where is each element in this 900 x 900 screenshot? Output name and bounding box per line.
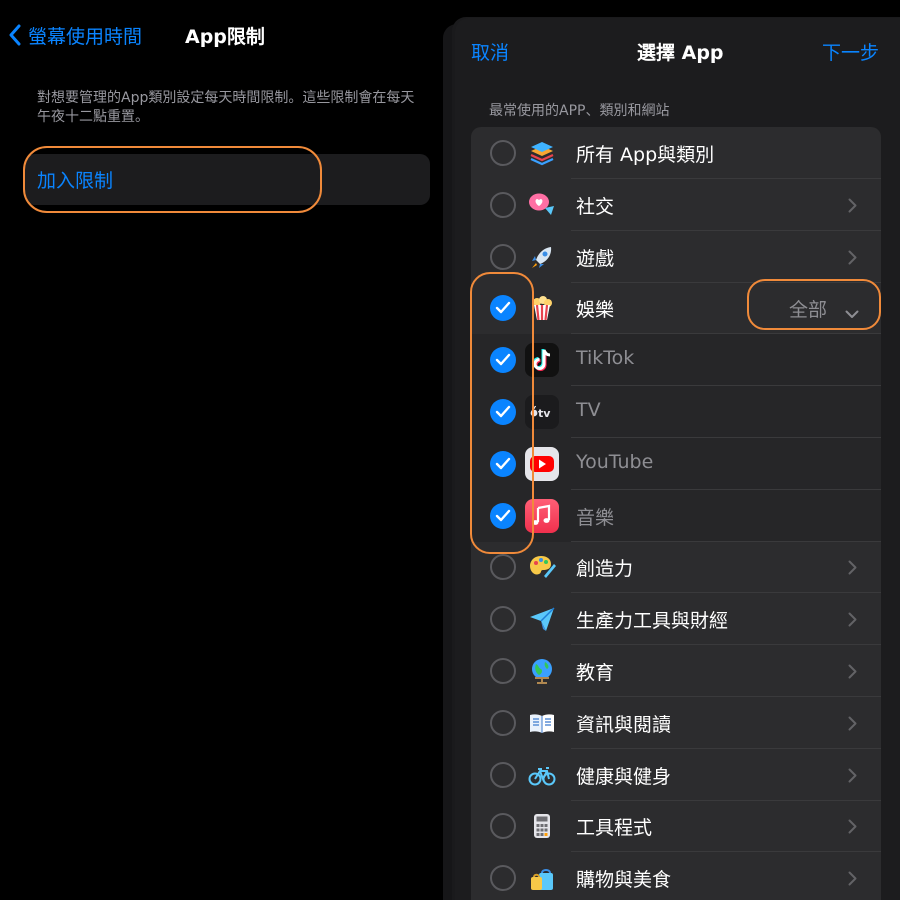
row-label: 工具程式: [576, 817, 653, 839]
svg-text:tv: tv: [538, 407, 551, 420]
paper-plane-icon: [527, 604, 557, 634]
bicycle-icon: [527, 760, 557, 790]
section-header: 最常使用的APP、類別和網站: [489, 103, 670, 119]
checkbox-unchecked[interactable]: [490, 554, 516, 580]
checkbox-unchecked[interactable]: [490, 244, 516, 270]
row-label: 遊戲: [576, 248, 615, 270]
nav-bar: 螢幕使用時間: [8, 18, 142, 52]
row-label: 音樂: [576, 507, 615, 529]
category-row[interactable]: 遊戲: [471, 231, 881, 283]
music-icon: [525, 499, 559, 533]
page-title: App限制: [185, 26, 265, 48]
category-row[interactable]: 健康與健身: [471, 749, 881, 801]
checkbox-unchecked[interactable]: [490, 192, 516, 218]
checkbox-unchecked[interactable]: [490, 140, 516, 166]
category-row[interactable]: 創造力: [471, 541, 881, 593]
checkbox-checked[interactable]: [490, 347, 516, 373]
chevron-down-icon[interactable]: [845, 304, 859, 323]
cancel-button[interactable]: 取消: [471, 38, 509, 65]
app-row[interactable]: YouTube: [471, 438, 881, 490]
row-label: 所有 App與類別: [576, 144, 715, 166]
category-row[interactable]: 生產力工具與財經: [471, 593, 881, 645]
chevron-right-icon[interactable]: [848, 198, 857, 217]
checkmark-icon: [495, 509, 511, 522]
chevron-right-icon[interactable]: [848, 871, 857, 890]
checkbox-unchecked[interactable]: [490, 606, 516, 632]
chevron-right-icon[interactable]: [848, 250, 857, 269]
row-label: 資訊與閱讀: [576, 714, 672, 736]
youtube-icon: [525, 447, 559, 481]
category-row[interactable]: 教育: [471, 645, 881, 697]
social-bubble-icon: [527, 190, 557, 220]
chevron-right-icon[interactable]: [848, 612, 857, 631]
checkbox-checked[interactable]: [490, 295, 516, 321]
category-row[interactable]: 社交: [471, 179, 881, 231]
category-row[interactable]: 購物與美食: [471, 852, 881, 900]
chevron-right-icon[interactable]: [848, 716, 857, 735]
chevron-right-icon[interactable]: [848, 819, 857, 838]
shopping-bag-icon: [527, 863, 557, 893]
row-label: 健康與健身: [576, 766, 672, 788]
popcorn-icon: [527, 293, 557, 323]
app-row[interactable]: tv TV: [471, 386, 881, 438]
settings-pane: 螢幕使用時間 App限制 對想要管理的App類別設定每天時間限制。這些限制會在每…: [0, 0, 440, 900]
checkmark-icon: [495, 405, 511, 418]
checkbox-unchecked[interactable]: [490, 658, 516, 684]
row-label: 購物與美食: [576, 869, 672, 891]
category-row[interactable]: 資訊與閱讀: [471, 697, 881, 749]
chevron-right-icon[interactable]: [848, 664, 857, 683]
row-label: 創造力: [576, 558, 634, 580]
row-label: 娛樂: [576, 299, 615, 321]
checkbox-checked[interactable]: [490, 399, 516, 425]
chevron-right-icon[interactable]: [848, 560, 857, 579]
checkmark-icon: [495, 457, 511, 470]
checkbox-checked[interactable]: [490, 451, 516, 477]
add-limit-button[interactable]: 加入限制: [37, 166, 113, 193]
chevron-left-icon: [9, 24, 21, 46]
add-limit-card[interactable]: 加入限制: [25, 154, 430, 205]
rocket-icon: [527, 242, 557, 272]
tiktok-icon: [525, 343, 559, 377]
appletv-icon: tv: [525, 395, 559, 429]
calculator-icon: [527, 811, 557, 841]
row-label: 社交: [576, 196, 615, 218]
checkbox-unchecked[interactable]: [490, 710, 516, 736]
row-label: TikTok: [576, 347, 635, 369]
checkmark-icon: [495, 301, 511, 314]
row-label: TV: [576, 399, 601, 421]
sheet-title: 選擇 App: [637, 42, 724, 64]
category-row[interactable]: 所有 App與類別: [471, 127, 881, 179]
chevron-right-icon[interactable]: [848, 768, 857, 787]
app-row[interactable]: TikTok: [471, 334, 881, 386]
row-label: 教育: [576, 662, 615, 684]
back-label: 螢幕使用時間: [28, 25, 143, 48]
category-row[interactable]: 工具程式: [471, 800, 881, 852]
back-button[interactable]: 螢幕使用時間: [8, 22, 142, 49]
description-text: 對想要管理的App類別設定每天時間限制。這些限制會在每天午夜十二點重置。: [37, 90, 415, 125]
next-button[interactable]: 下一步: [822, 38, 879, 65]
checkbox-checked[interactable]: [490, 503, 516, 529]
app-row[interactable]: 音樂: [471, 490, 881, 542]
row-label: 生產力工具與財經: [576, 610, 729, 632]
checkbox-unchecked[interactable]: [490, 813, 516, 839]
globe-icon: [527, 656, 557, 686]
row-label: YouTube: [576, 451, 654, 473]
category-row[interactable]: 娛樂 全部: [471, 282, 881, 334]
checkbox-unchecked[interactable]: [490, 865, 516, 891]
palette-icon: [527, 552, 557, 582]
stack-icon: [527, 138, 557, 168]
checkbox-unchecked[interactable]: [490, 762, 516, 788]
app-category-list: 所有 App與類別 社交遊戲娛樂 全部 TikTok tv TV YouTube 音樂創造力生…: [471, 127, 881, 900]
checkmark-icon: [495, 353, 511, 366]
book-icon: [527, 708, 557, 738]
all-dropdown-label[interactable]: 全部: [789, 295, 827, 322]
